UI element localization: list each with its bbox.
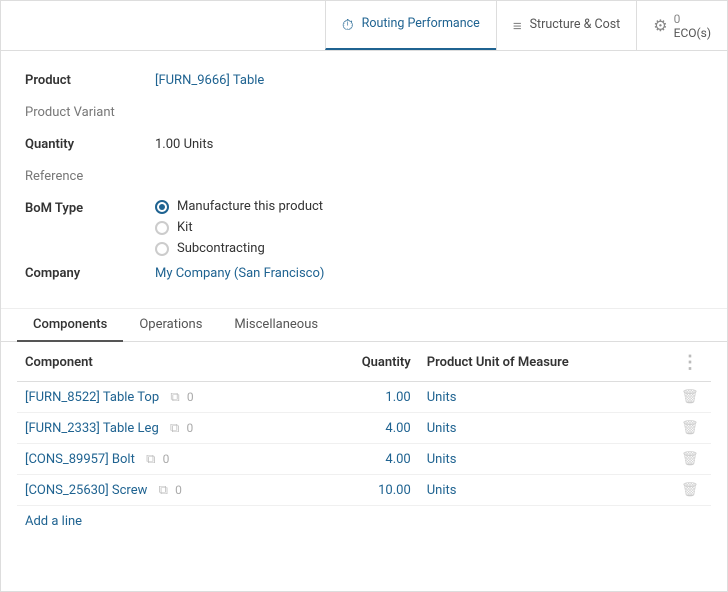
component-name-cell[interactable]: [CONS_89957] Bolt ⧉ 0 (17, 444, 314, 475)
copy-icon[interactable]: ⧉ (159, 483, 168, 498)
quantity-cell: 4.00 (314, 413, 419, 444)
copy-icon[interactable]: ⧉ (170, 390, 179, 405)
component-name-cell[interactable]: [FURN_8522] Table Top ⧉ 0 (17, 382, 314, 413)
zero-count: 0 (175, 483, 182, 497)
col-header-quantity: Quantity (314, 342, 419, 382)
structure-tab-label: Structure & Cost (530, 17, 621, 33)
delete-cell: 🗑 (673, 444, 711, 475)
delete-icon[interactable]: 🗑 (681, 389, 699, 405)
radio-manufacture[interactable]: Manufacture this product (155, 199, 323, 214)
copy-icon[interactable]: ⧉ (146, 452, 155, 467)
radio-kit[interactable]: Kit (155, 220, 323, 235)
delete-cell: 🗑 (673, 382, 711, 413)
reference-label: Reference (25, 167, 155, 184)
clock-icon: ⏱ (342, 16, 354, 34)
zero-count: 0 (187, 421, 194, 435)
tab-miscellaneous[interactable]: Miscellaneous (218, 309, 334, 342)
routing-tab-label: Routing Performance (362, 16, 480, 32)
product-label: Product (25, 71, 155, 88)
quantity-row: Quantity 1.00 Units (25, 135, 703, 159)
company-label: Company (25, 264, 155, 281)
zero-count: 0 (187, 390, 194, 404)
radio-manufacture-label: Manufacture this product (177, 199, 323, 214)
company-value[interactable]: My Company (San Francisco) (155, 264, 324, 281)
quantity-value: 1.00 Units (155, 135, 213, 152)
delete-icon[interactable]: 🗑 (681, 482, 699, 498)
eco-tab[interactable]: ⚙ 0 ECO(s) (636, 1, 727, 50)
bom-type-label: BoM Type (25, 199, 155, 216)
quantity-cell: 4.00 (314, 444, 419, 475)
delete-cell: 🗑 (673, 475, 711, 506)
unit-cell[interactable]: Units (419, 413, 673, 444)
zero-count: 0 (163, 452, 170, 466)
quantity-cell: 10.00 (314, 475, 419, 506)
product-variant-label: Product Variant (25, 103, 155, 120)
add-line-button[interactable]: Add a line (17, 506, 90, 537)
tab-bar: Components Operations Miscellaneous (1, 309, 727, 342)
radio-manufacture-circle (155, 200, 169, 214)
tab-routing-performance[interactable]: ⏱ Routing Performance (325, 1, 496, 50)
unit-cell[interactable]: Units (419, 444, 673, 475)
quantity-label: Quantity (25, 135, 155, 152)
components-table: Component Quantity Product Unit of Measu… (17, 342, 711, 506)
bom-type-radio-group: Manufacture this product Kit Subcontract… (155, 199, 323, 256)
product-variant-row: Product Variant (25, 103, 703, 127)
radio-kit-circle (155, 221, 169, 235)
radio-subcontracting[interactable]: Subcontracting (155, 241, 323, 256)
tab-components[interactable]: Components (17, 309, 123, 342)
quantity-cell: 1.00 (314, 382, 419, 413)
form-area: Product [FURN_9666] Table Product Varian… (1, 51, 727, 309)
main-container: ⏱ Routing Performance ≡ Structure & Cost… (0, 0, 728, 592)
product-row: Product [FURN_9666] Table (25, 71, 703, 95)
delete-icon[interactable]: 🗑 (681, 420, 699, 436)
col-header-more: ⋮ (673, 342, 711, 382)
gear-icon: ⚙ (653, 16, 667, 35)
top-nav: ⏱ Routing Performance ≡ Structure & Cost… (1, 1, 727, 51)
unit-cell[interactable]: Units (419, 475, 673, 506)
tab-structure-cost[interactable]: ≡ Structure & Cost (496, 1, 636, 50)
eco-label: ECO(s) (674, 26, 711, 40)
list-icon: ≡ (513, 17, 522, 35)
col-header-unit: Product Unit of Measure (419, 342, 673, 382)
product-value[interactable]: [FURN_9666] Table (155, 71, 264, 88)
table-row: [CONS_25630] Screw ⧉ 0 10.00 Units 🗑 (17, 475, 711, 506)
table-row: [FURN_8522] Table Top ⧉ 0 1.00 Units 🗑 (17, 382, 711, 413)
component-name-cell[interactable]: [CONS_25630] Screw ⧉ 0 (17, 475, 314, 506)
radio-subcontracting-label: Subcontracting (177, 241, 265, 256)
table-container: Component Quantity Product Unit of Measu… (1, 342, 727, 591)
radio-kit-label: Kit (177, 220, 193, 235)
tabs-section: Components Operations Miscellaneous Comp… (1, 309, 727, 591)
reference-row: Reference (25, 167, 703, 191)
radio-subcontracting-circle (155, 242, 169, 256)
company-row: Company My Company (San Francisco) (25, 264, 703, 288)
component-name-cell[interactable]: [FURN_2333] Table Leg ⧉ 0 (17, 413, 314, 444)
copy-icon[interactable]: ⧉ (170, 421, 179, 436)
col-header-component: Component (17, 342, 314, 382)
unit-cell[interactable]: Units (419, 382, 673, 413)
tab-operations[interactable]: Operations (123, 309, 218, 342)
table-row: [CONS_89957] Bolt ⧉ 0 4.00 Units 🗑 (17, 444, 711, 475)
delete-cell: 🗑 (673, 413, 711, 444)
more-options-icon[interactable]: ⋮ (681, 352, 703, 373)
bom-type-row: BoM Type Manufacture this product Kit Su… (25, 199, 703, 256)
eco-count: 0 (674, 12, 681, 26)
delete-icon[interactable]: 🗑 (681, 451, 699, 467)
table-row: [FURN_2333] Table Leg ⧉ 0 4.00 Units 🗑 (17, 413, 711, 444)
